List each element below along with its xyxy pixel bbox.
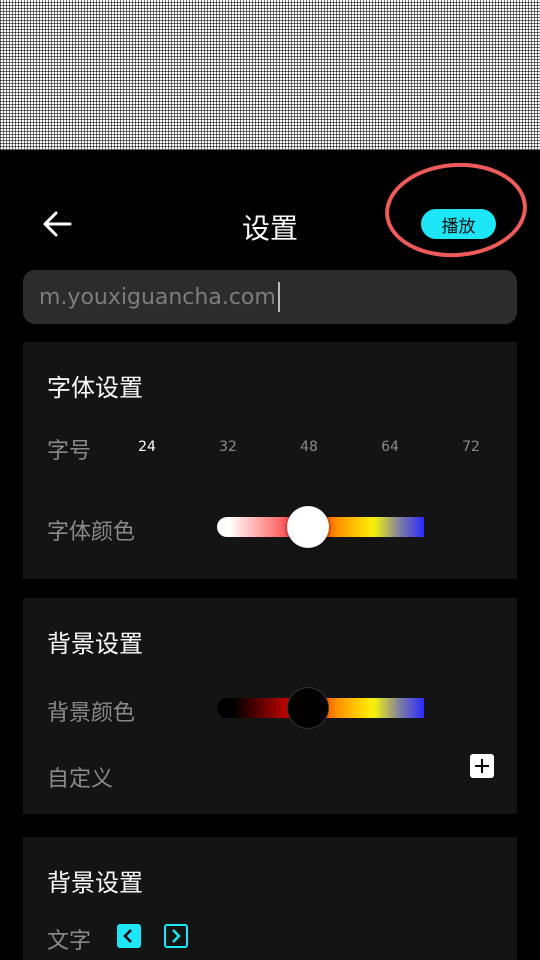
font-size-option-32[interactable]: 32 bbox=[208, 439, 248, 455]
background-color-label: 背景颜色 bbox=[47, 701, 136, 726]
background-settings-title-2: 背景设置 bbox=[47, 869, 143, 897]
font-color-slider-thumb[interactable] bbox=[287, 506, 330, 548]
font-size-option-48[interactable]: 48 bbox=[289, 439, 329, 455]
font-size-option-24[interactable]: 24 bbox=[127, 439, 167, 455]
previous-text-button[interactable] bbox=[117, 924, 141, 948]
background-settings-title: 背景设置 bbox=[47, 630, 143, 658]
font-size-option-72[interactable]: 72 bbox=[451, 439, 491, 455]
text-label: 文字 bbox=[47, 929, 92, 954]
font-settings-title: 字体设置 bbox=[47, 374, 143, 402]
background-color-slider[interactable] bbox=[217, 687, 424, 729]
text-preview-area bbox=[0, 0, 540, 150]
font-color-slider[interactable] bbox=[217, 506, 424, 548]
chevron-right-icon bbox=[172, 929, 181, 943]
header-bar: 设置 播放 bbox=[0, 150, 540, 270]
background-settings-card: 背景设置 背景颜色 自定义 bbox=[23, 598, 517, 814]
font-settings-card: 字体设置 字号 24 32 48 64 72 字体颜色 bbox=[23, 342, 517, 579]
font-size-option-64[interactable]: 64 bbox=[370, 439, 410, 455]
url-input-value: m.youxiguancha.com bbox=[39, 284, 276, 310]
next-text-button[interactable] bbox=[164, 924, 188, 948]
font-color-label: 字体颜色 bbox=[47, 520, 136, 545]
background-settings-card-2: 背景设置 文字 bbox=[23, 837, 517, 960]
plus-icon bbox=[475, 759, 489, 773]
url-input[interactable]: m.youxiguancha.com bbox=[23, 270, 517, 324]
chevron-left-icon bbox=[123, 929, 132, 943]
font-size-label: 字号 bbox=[47, 439, 92, 464]
text-cursor bbox=[277, 282, 280, 312]
add-custom-button[interactable] bbox=[470, 754, 494, 778]
custom-label: 自定义 bbox=[47, 767, 114, 792]
background-color-slider-thumb[interactable] bbox=[287, 687, 330, 729]
